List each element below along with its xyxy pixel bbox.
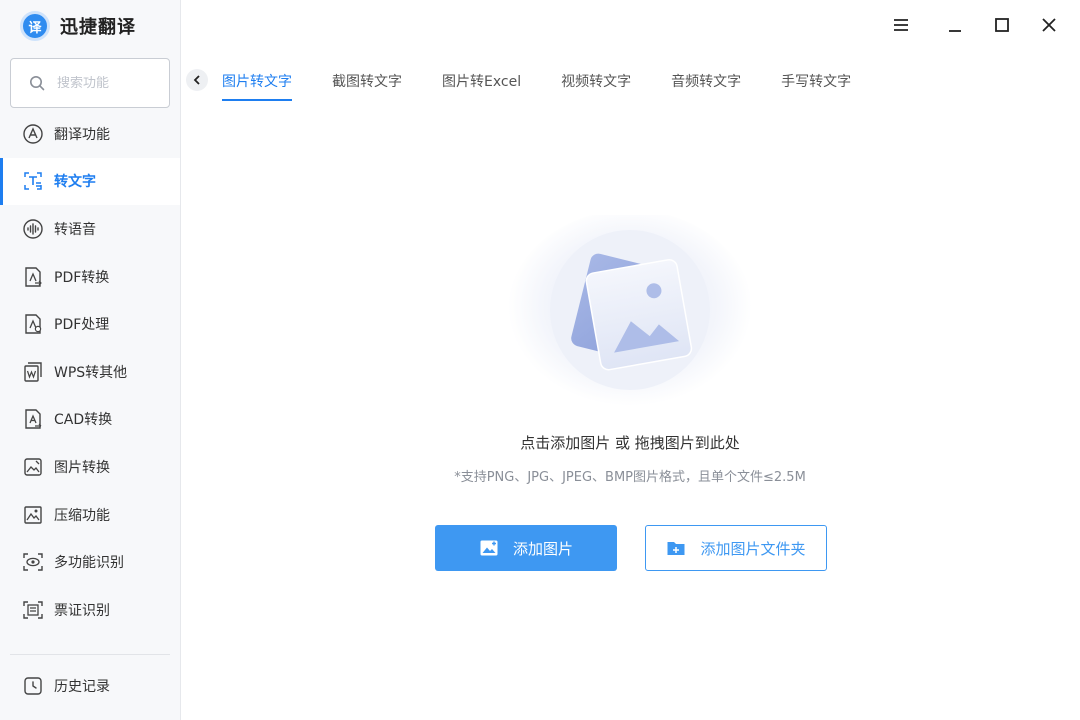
back-button[interactable] (186, 69, 208, 91)
sidebar-divider (10, 654, 170, 655)
tab-handwriting-to-text[interactable]: 手写转文字 (781, 71, 851, 99)
sidebar-item-wps-convert[interactable]: WPS转其他 (0, 348, 180, 396)
sidebar-item-label: PDF处理 (54, 317, 110, 334)
add-folder-button[interactable]: 添加图片文件夹 (645, 525, 827, 571)
history-label: 历史记录 (54, 679, 110, 695)
maximize-icon (995, 18, 1009, 32)
add-image-label: 添加图片 (512, 540, 573, 558)
tab-screenshot-to-text[interactable]: 截图转文字 (332, 71, 402, 99)
sidebar-item-label: 票证识别 (54, 602, 110, 619)
maximize-button[interactable] (989, 12, 1015, 38)
text-convert-icon (22, 170, 44, 192)
tab-bar: 图片转文字 截图转文字 图片转Excel 视频转文字 音频转文字 手写转文字 (186, 66, 877, 102)
sidebar-item-label: CAD转换 (54, 412, 113, 429)
compress-icon (22, 504, 44, 526)
add-folder-label: 添加图片文件夹 (700, 540, 806, 558)
app-logo-glyph: 译 (28, 20, 42, 36)
sidebar-item-compress[interactable]: 压缩功能 (0, 491, 180, 539)
chevron-left-icon (193, 75, 200, 85)
sidebar: 译 迅捷翻译 翻译功能 转文字 转语音 (0, 0, 181, 720)
cad-convert-icon (22, 408, 44, 430)
menu-button[interactable] (888, 12, 914, 38)
sidebar-item-image-convert[interactable]: 图片转换 (0, 443, 180, 491)
history-icon (22, 675, 44, 697)
image-placeholder-icon (508, 210, 752, 410)
sidebar-item-recognize[interactable]: 多功能识别 (0, 538, 180, 586)
search-box[interactable] (10, 58, 170, 108)
sidebar-item-label: 转语音 (54, 221, 96, 238)
add-image-icon (479, 538, 499, 558)
pdf-convert-icon (22, 266, 44, 288)
sidebar-item-text-convert[interactable]: 转文字 (0, 157, 180, 206)
search-input[interactable] (57, 75, 157, 91)
add-image-button[interactable]: 添加图片 (435, 525, 617, 571)
app-logo-icon: 译 (20, 11, 50, 41)
drop-zone-hint: *支持PNG、JPG、JPEG、BMP图片格式，且单个文件≤2.5M (454, 470, 806, 485)
sidebar-item-pdf-process[interactable]: PDF处理 (0, 300, 180, 348)
sidebar-item-label: 压缩功能 (54, 507, 110, 524)
close-button[interactable] (1036, 12, 1062, 38)
tab-image-to-excel[interactable]: 图片转Excel (442, 71, 521, 99)
image-convert-icon (22, 456, 44, 478)
voice-icon (22, 218, 44, 240)
sidebar-item-label: 转文字 (54, 174, 96, 191)
sidebar-item-label: 多功能识别 (54, 555, 124, 572)
minimize-button[interactable] (942, 12, 968, 38)
wps-convert-icon (22, 361, 44, 383)
upload-illustration[interactable] (508, 210, 753, 415)
sidebar-item-label: PDF转换 (54, 269, 110, 286)
pdf-process-icon (22, 313, 44, 335)
sidebar-item-voice[interactable]: 转语音 (0, 205, 180, 253)
sidebar-item-ticket-recognize[interactable]: 票证识别 (0, 586, 180, 634)
sidebar-nav: 翻译功能 转文字 转语音 PDF转换 PDF处理 WPS转其他 CAD转换 图片… (0, 110, 180, 654)
app-name: 迅捷翻译 (60, 17, 136, 38)
tab-image-to-text[interactable]: 图片转文字 (222, 71, 292, 101)
translate-icon (22, 123, 44, 145)
drop-zone-title: 点击添加图片 或 拖拽图片到此处 (520, 434, 740, 452)
sidebar-item-pdf-convert[interactable]: PDF转换 (0, 253, 180, 301)
sidebar-item-label: 翻译功能 (54, 126, 110, 143)
close-icon (1042, 18, 1056, 32)
minimize-icon (949, 30, 961, 32)
window-controls (867, 12, 1062, 38)
search-icon (29, 75, 45, 91)
add-folder-icon (666, 538, 686, 558)
sidebar-item-cad-convert[interactable]: CAD转换 (0, 396, 180, 444)
tab-audio-to-text[interactable]: 音频转文字 (671, 71, 741, 99)
sidebar-item-history[interactable]: 历史记录 (0, 663, 180, 709)
sidebar-item-label: WPS转其他 (54, 364, 128, 381)
menu-icon (894, 19, 908, 31)
ticket-recognize-icon (22, 599, 44, 621)
sidebar-item-label: 图片转换 (54, 459, 110, 476)
app-brand: 译 迅捷翻译 (20, 10, 136, 42)
sidebar-item-translate[interactable]: 翻译功能 (0, 110, 180, 158)
eye-recognize-icon (22, 551, 44, 573)
tab-video-to-text[interactable]: 视频转文字 (561, 71, 631, 99)
